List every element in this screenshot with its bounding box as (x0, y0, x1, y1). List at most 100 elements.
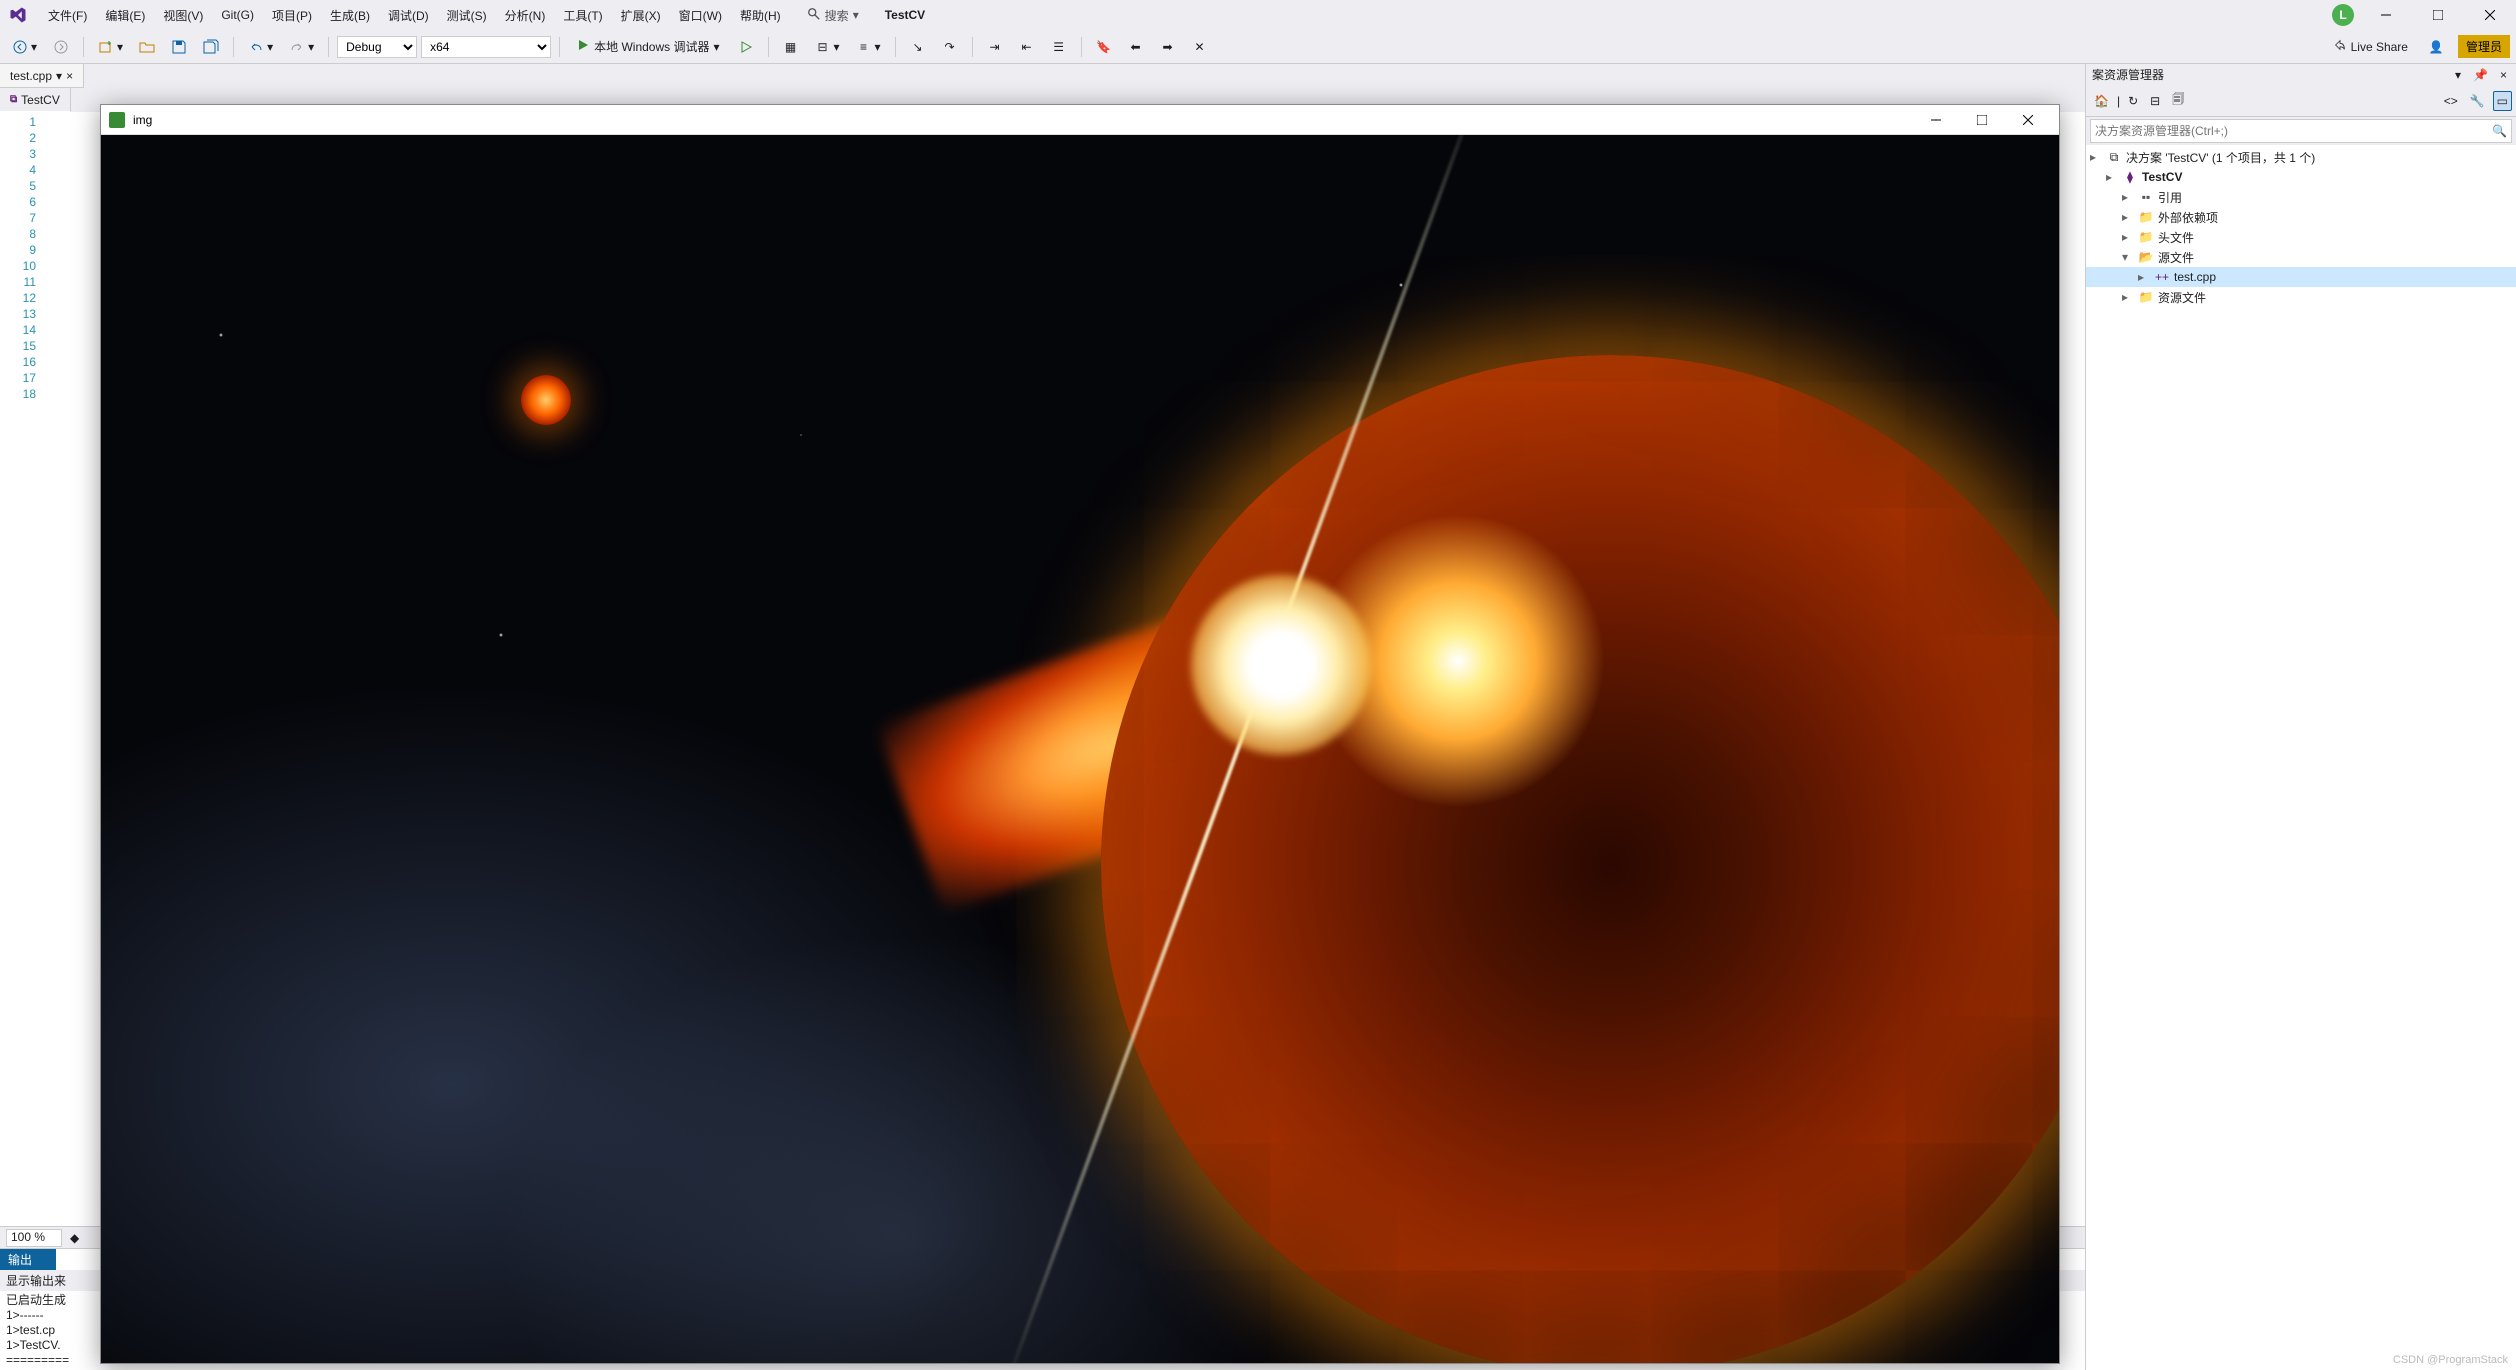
tree-label: 引用 (2158, 189, 2182, 206)
process-icon: ▦ (783, 39, 799, 55)
undo-button[interactable]: ▾ (242, 35, 279, 59)
menu-test[interactable]: 测试(S) (439, 3, 495, 28)
live-share-button[interactable]: Live Share (2327, 36, 2414, 57)
image-window-maximize-button[interactable] (1959, 105, 2005, 135)
start-without-debug-button[interactable] (732, 35, 760, 59)
outdent-button[interactable]: ⇤ (1013, 35, 1041, 59)
image-window-close-button[interactable] (2005, 105, 2051, 135)
thread-button[interactable]: ⊟▾ (809, 35, 846, 59)
expand-icon[interactable]: ▸ (2122, 190, 2134, 204)
window-maximize-button[interactable] (2418, 1, 2458, 29)
nav-back-button[interactable]: ▾ (6, 35, 43, 59)
image-window-titlebar[interactable]: img (101, 105, 2059, 135)
toolwindow-tab-testcv[interactable]: ⧉ TestCV (0, 88, 71, 112)
solution-icon: ⧉ (2106, 150, 2122, 165)
save-button[interactable] (165, 35, 193, 59)
chevron-down-icon: ▾ (713, 40, 719, 54)
tree-label: 资源文件 (2158, 289, 2206, 306)
menu-analyze[interactable]: 分析(N) (497, 3, 554, 28)
circle-arrow-left-icon (12, 39, 28, 55)
close-icon[interactable]: × (2497, 68, 2510, 82)
comment-icon: ☰ (1051, 39, 1067, 55)
image-window-minimize-button[interactable] (1913, 105, 1959, 135)
menu-help[interactable]: 帮助(H) (732, 3, 789, 28)
nav-forward-button[interactable] (47, 35, 75, 59)
tree-solution-root[interactable]: ▸ ⧉ 决方案 'TestCV' (1 个项目，共 1 个) (2086, 147, 2516, 167)
tree-source-files[interactable]: ▾ 📂 源文件 (2086, 247, 2516, 267)
menu-tools[interactable]: 工具(T) (555, 3, 610, 28)
refresh-icon: ↻ (2128, 94, 2138, 108)
solution-search-input[interactable] (2095, 121, 2492, 141)
sync-button[interactable]: ↻ (2124, 91, 2142, 111)
solution-search[interactable]: 🔍 (2090, 119, 2512, 143)
folder-open-icon: 📂 (2138, 250, 2154, 264)
toolbar-separator: | (2117, 94, 2120, 108)
collapse-button[interactable]: ⊟ (2146, 91, 2164, 111)
save-all-button[interactable] (197, 35, 225, 59)
redo-button[interactable]: ▾ (283, 35, 320, 59)
menu-view[interactable]: 视图(V) (155, 3, 211, 28)
chevron-down-icon[interactable]: ▾ (2452, 68, 2464, 82)
line-number: 4 (0, 162, 36, 178)
view-code-button[interactable]: <> (2440, 91, 2462, 111)
code-icon: <> (2444, 94, 2458, 108)
menu-git[interactable]: Git(G) (213, 4, 262, 26)
tab-close-icon[interactable]: × (66, 69, 73, 83)
stack-icon: ≡ (856, 39, 872, 55)
line-number: 16 (0, 354, 36, 370)
expand-icon[interactable]: ▸ (2138, 270, 2150, 284)
file-tab-test-cpp[interactable]: test.cpp ▾ × (0, 64, 84, 88)
line-number: 12 (0, 290, 36, 306)
tree-external-deps[interactable]: ▸ 📁 外部依赖项 (2086, 207, 2516, 227)
tree-header-files[interactable]: ▸ 📁 头文件 (2086, 227, 2516, 247)
user-avatar[interactable]: L (2332, 4, 2354, 26)
platform-select[interactable]: x64 (421, 36, 551, 58)
collapse-icon[interactable]: ▾ (2122, 250, 2134, 264)
tree-file-test-cpp[interactable]: ▸ ++ test.cpp (2086, 267, 2516, 287)
line-number: 13 (0, 306, 36, 322)
tree-project[interactable]: ▸ ⧫ TestCV (2086, 167, 2516, 187)
menu-file[interactable]: 文件(F) (40, 3, 95, 28)
output-panel-header[interactable]: 输出 (0, 1249, 56, 1270)
window-close-button[interactable] (2470, 1, 2510, 29)
menubar-search[interactable]: 搜索 ▾ (807, 7, 859, 24)
process-button[interactable]: ▦ (777, 35, 805, 59)
menu-extensions[interactable]: 扩展(X) (613, 3, 669, 28)
zoom-select[interactable]: 100 % (6, 1229, 62, 1247)
show-all-button[interactable]: 🗐 (2168, 87, 2188, 114)
line-number: 11 (0, 274, 36, 290)
tree-references[interactable]: ▸ ▪▪ 引用 (2086, 187, 2516, 207)
expand-icon[interactable]: ▸ (2090, 150, 2102, 164)
menu-build[interactable]: 生成(B) (322, 3, 378, 28)
menu-edit[interactable]: 编辑(E) (97, 3, 153, 28)
open-file-button[interactable] (133, 35, 161, 59)
step-over-button[interactable]: ↷ (936, 35, 964, 59)
expand-icon[interactable]: ▸ (2122, 230, 2134, 244)
window-minimize-button[interactable] (2366, 1, 2406, 29)
bookmark-clear-button[interactable]: ✕ (1186, 35, 1214, 59)
menu-window[interactable]: 窗口(W) (671, 3, 730, 28)
bookmark-prev-button[interactable]: ⬅ (1122, 35, 1150, 59)
comment-button[interactable]: ☰ (1045, 35, 1073, 59)
expand-icon[interactable]: ▸ (2106, 170, 2118, 184)
bookmark-next-button[interactable]: ➡ (1154, 35, 1182, 59)
preview-button[interactable]: ▭ (2493, 91, 2512, 111)
stack-button[interactable]: ≡▾ (850, 35, 887, 59)
indent-button[interactable]: ⇥ (981, 35, 1009, 59)
configuration-select[interactable]: Debug (337, 36, 417, 58)
menu-debug[interactable]: 调试(D) (380, 3, 437, 28)
properties-button[interactable]: 🔧 (2466, 91, 2489, 111)
bookmark-button[interactable]: 🔖 (1090, 35, 1118, 59)
tree-resource-files[interactable]: ▸ 📁 资源文件 (2086, 287, 2516, 307)
start-debugging-button[interactable]: 本地 Windows 调试器 ▾ (568, 36, 727, 57)
feedback-button[interactable]: 👤 (2422, 35, 2450, 59)
step-into-button[interactable]: ↘ (904, 35, 932, 59)
pin-icon[interactable]: 📌 (2470, 68, 2491, 82)
expand-icon[interactable]: ▸ (2122, 210, 2134, 224)
expand-icon[interactable]: ▸ (2122, 290, 2134, 304)
play-outline-icon (738, 39, 754, 55)
home-button[interactable]: 🏠 (2090, 91, 2113, 111)
new-project-button[interactable]: ▾ (92, 35, 129, 59)
menu-project[interactable]: 项目(P) (264, 3, 320, 28)
toolbar-separator (972, 37, 973, 57)
